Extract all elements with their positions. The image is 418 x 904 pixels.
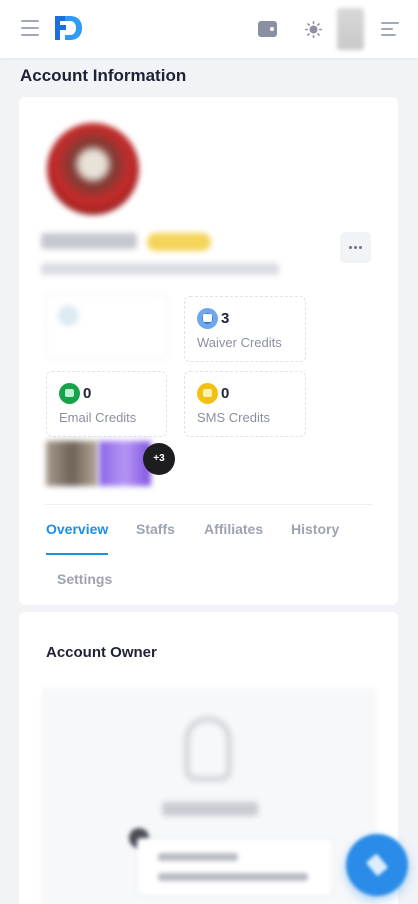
edit-fab-button[interactable] bbox=[346, 834, 408, 896]
tab-affiliates[interactable]: Affiliates bbox=[204, 521, 263, 537]
sms-credits-card: 0 SMS Credits bbox=[184, 371, 306, 437]
more-options-button[interactable] bbox=[340, 232, 371, 263]
gallery-thumbnail[interactable] bbox=[46, 441, 98, 486]
wallet-icon[interactable] bbox=[258, 21, 277, 37]
tab-staffs[interactable]: Staffs bbox=[136, 521, 175, 537]
owner-avatar bbox=[184, 716, 232, 782]
account-profile-image bbox=[47, 123, 139, 215]
sms-credits-value: 0 bbox=[221, 385, 230, 402]
account-info-card: 3 Waiver Credits 0 Email Credits 0 SMS C… bbox=[19, 97, 398, 605]
divider bbox=[45, 504, 372, 505]
sms-credit-icon bbox=[197, 383, 218, 404]
tab-history[interactable]: History bbox=[291, 521, 339, 537]
active-tab-indicator bbox=[46, 553, 108, 555]
owner-info-popover-redacted bbox=[137, 838, 333, 896]
user-avatar[interactable] bbox=[337, 8, 364, 50]
more-images-badge[interactable]: +3 bbox=[143, 443, 175, 475]
email-credits-label: Email Credits bbox=[59, 410, 137, 425]
status-badge bbox=[147, 233, 211, 251]
account-subtitle-redacted bbox=[41, 263, 279, 275]
account-owner-title: Account Owner bbox=[46, 644, 157, 661]
email-credit-icon bbox=[59, 383, 80, 404]
email-credits-value: 0 bbox=[83, 385, 92, 402]
logo[interactable] bbox=[53, 13, 83, 43]
email-credits-card: 0 Email Credits bbox=[46, 371, 167, 437]
sms-credits-label: SMS Credits bbox=[197, 410, 270, 425]
credit-card-redacted bbox=[45, 293, 168, 359]
page-title: Account Information bbox=[20, 66, 187, 85]
sun-icon[interactable] bbox=[305, 21, 322, 38]
account-name-redacted bbox=[41, 233, 137, 249]
tab-settings[interactable]: Settings bbox=[57, 571, 112, 587]
waiver-credits-label: Waiver Credits bbox=[197, 335, 282, 350]
waiver-credit-icon bbox=[197, 308, 218, 329]
owner-name-redacted bbox=[162, 802, 258, 816]
right-menu-icon[interactable] bbox=[381, 22, 399, 36]
account-owner-card: Account Owner bbox=[19, 612, 398, 904]
tab-overview[interactable]: Overview bbox=[46, 521, 108, 537]
waiver-credits-value: 3 bbox=[221, 310, 230, 327]
top-navbar bbox=[0, 0, 418, 58]
menu-icon[interactable] bbox=[21, 20, 39, 36]
waiver-credits-card: 3 Waiver Credits bbox=[184, 296, 306, 362]
